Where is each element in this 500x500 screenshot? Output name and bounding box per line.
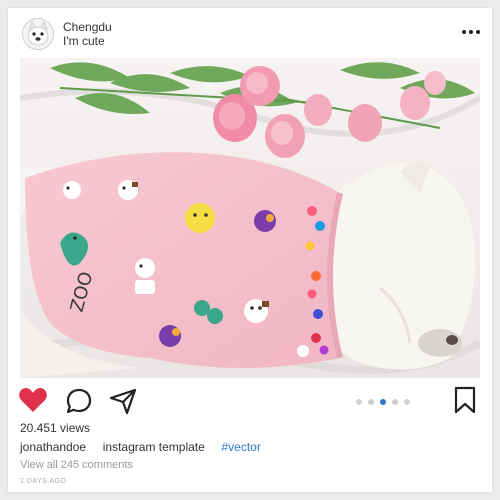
carousel-dot [404, 399, 410, 405]
carousel-dot [392, 399, 398, 405]
view-count: 20.451 views [20, 421, 91, 435]
comment-bubble-icon [66, 388, 92, 414]
heart-icon [19, 388, 47, 412]
caption-text: instagram template [102, 440, 205, 454]
more-options-icon[interactable] [462, 28, 482, 36]
comment-icon[interactable] [65, 387, 93, 420]
dog-in-pink-shirt-image: ZOO [20, 58, 480, 378]
carousel-dot [368, 399, 374, 405]
username[interactable]: Chengdu [63, 21, 112, 34]
caption-author[interactable]: jonathandoe [20, 440, 86, 454]
caption-hashtag[interactable]: #vector [221, 440, 260, 454]
action-bar [8, 386, 492, 418]
like-heart-icon[interactable] [18, 386, 48, 419]
carousel-dot [356, 399, 362, 405]
post-timestamp: 2 DAYS AGO [20, 478, 67, 485]
post-photo[interactable]: ZOO [20, 58, 480, 378]
carousel-dot-active [380, 399, 386, 405]
bookmark-icon[interactable] [454, 386, 476, 419]
view-comments-link[interactable]: View all 245 comments [20, 459, 133, 471]
instagram-post-card: Chengdu I'm cute ZOO 20.451 views jonath… [8, 8, 492, 492]
send-plane-icon [109, 388, 137, 415]
french-bulldog-icon [23, 19, 53, 49]
avatar[interactable] [22, 18, 54, 50]
location-subtitle: I'm cute [63, 34, 105, 48]
post-caption: jonathandoe instagram template #vector [20, 440, 261, 454]
save-bookmark-icon [454, 386, 476, 414]
share-icon[interactable] [108, 387, 138, 420]
post-header: Chengdu I'm cute [8, 8, 492, 60]
